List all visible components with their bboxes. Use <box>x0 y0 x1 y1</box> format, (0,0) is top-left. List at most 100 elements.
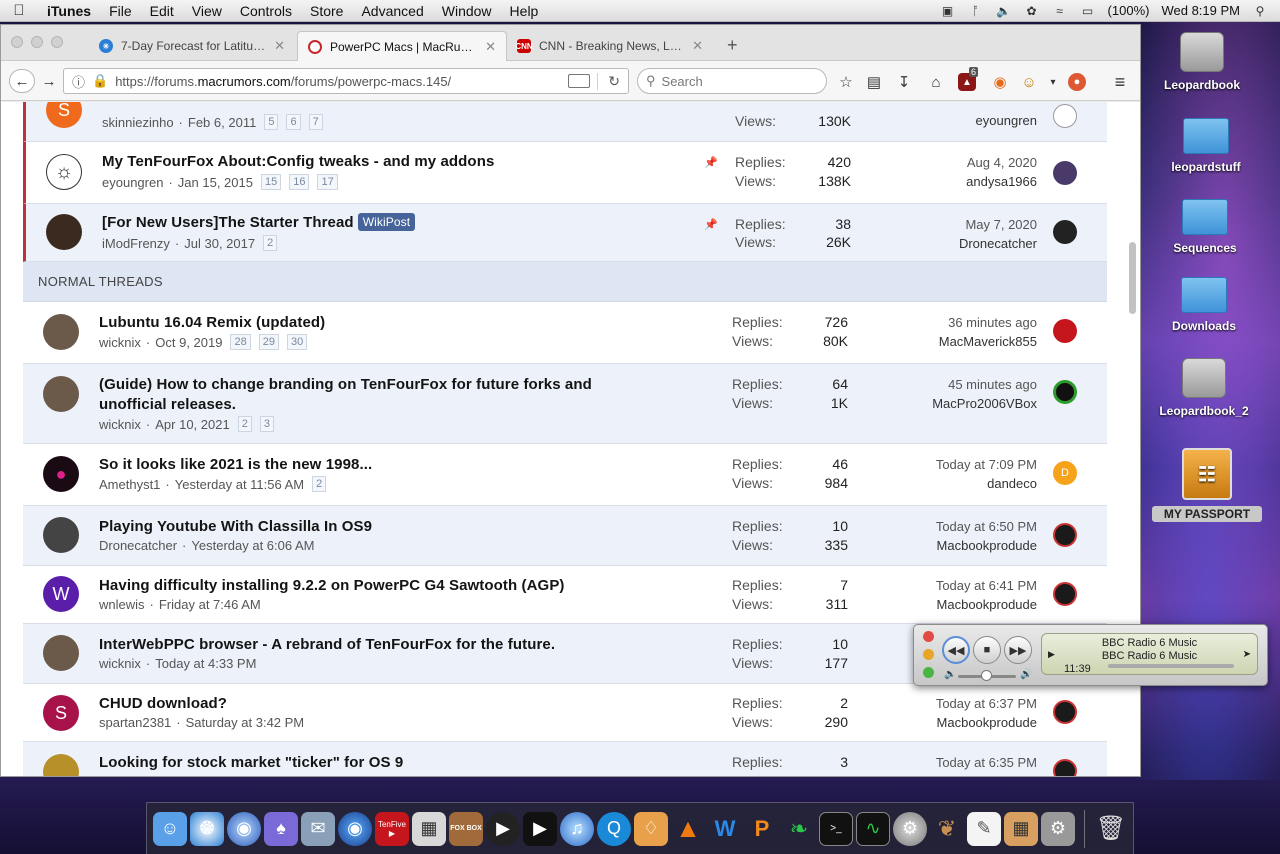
page-scrollbar[interactable] <box>1129 242 1136 314</box>
calculator-icon[interactable]: ▦ <box>1004 811 1038 846</box>
next-track-button[interactable]: ▶▶ <box>1004 636 1032 664</box>
page-link[interactable]: 5 <box>264 114 279 130</box>
last-post-user[interactable]: Dronecatcher <box>959 234 1037 253</box>
squirrel-icon[interactable]: ❦ <box>930 812 964 846</box>
desktop-icon-my-passport[interactable]: ☷ MY PASSPORT <box>1152 448 1262 522</box>
bluetooth-icon[interactable]: ᚩ <box>968 4 984 18</box>
home-icon[interactable]: ⌂ <box>927 73 945 91</box>
quicktime-q-icon[interactable]: Q <box>597 811 631 846</box>
apple-menu-icon[interactable]:  <box>0 2 38 19</box>
stop-button[interactable]: ■ <box>973 636 1001 664</box>
volume-slider-thumb[interactable] <box>981 670 992 681</box>
photo-icon[interactable]: ▦ <box>412 811 446 846</box>
last-post-user[interactable]: MacPro2006VBox <box>932 394 1037 413</box>
thread-date[interactable]: Oct 9, 2019 <box>155 335 222 350</box>
page-link[interactable]: 30 <box>286 334 308 350</box>
thread-title[interactable]: (Guide) How to change branding on TenFou… <box>99 375 592 415</box>
app-icon[interactable]: ❧ <box>782 812 816 846</box>
last-post-user[interactable]: dandeco <box>936 474 1037 493</box>
thread-date[interactable]: Feb 6, 2011 <box>188 115 256 130</box>
thread-row[interactable]: Looking for stock market "ticker" for OS… <box>23 742 1107 776</box>
thread-title-text[interactable]: [For New Users]The Starter Thread <box>102 214 354 231</box>
menu-app-name[interactable]: iTunes <box>38 3 100 19</box>
thread-row[interactable]: ● So it looks like 2021 is the new 1998.… <box>23 444 1107 506</box>
bookmark-star-icon[interactable]: ☆ <box>837 73 855 91</box>
volume-icon[interactable]: 🔈 <box>996 4 1012 18</box>
back-button[interactable]: ← <box>9 69 35 93</box>
zoom-window-button[interactable] <box>51 36 63 48</box>
thread-author[interactable]: spartan2381 <box>99 715 171 730</box>
last-post-date[interactable]: Today at 6:35 PM <box>936 753 1037 772</box>
vlc-icon[interactable]: ▲ <box>671 812 705 846</box>
thread-row[interactable]: (Guide) How to change branding on TenFou… <box>23 364 1107 444</box>
url-bar[interactable]: ⓘ 🔒 https://forums.macrumors.com/forums/… <box>63 68 629 94</box>
thread-title[interactable]: So it looks like 2021 is the new 1998... <box>99 455 372 475</box>
activity-icon[interactable]: ∿ <box>856 811 890 846</box>
hamburger-menu-icon[interactable]: ≡ <box>1111 72 1129 92</box>
zoom-player-button[interactable] <box>923 667 934 678</box>
addon-dropdown-icon[interactable]: ▾ <box>1044 73 1062 91</box>
clock[interactable]: Wed 8:19 PM <box>1161 3 1240 18</box>
lock-icon[interactable]: 🔒 <box>92 73 108 89</box>
system-prefs-icon[interactable]: ⚙ <box>893 811 927 846</box>
thread-date[interactable]: Today at 4:33 PM <box>155 656 256 671</box>
addon-face-icon[interactable]: ☺ <box>1020 73 1038 91</box>
previous-track-button[interactable]: ◀◀ <box>942 636 970 664</box>
menu-advanced[interactable]: Advanced <box>352 3 432 19</box>
desktop-icon-sequences[interactable]: Sequences <box>1150 199 1260 255</box>
thread-title[interactable]: Playing Youtube With Classilla In OS9 <box>99 517 372 537</box>
last-post-date[interactable]: Today at 7:09 PM <box>936 455 1037 474</box>
thread-title[interactable]: InterWebPPC browser - A rebrand of TenFo… <box>99 635 555 655</box>
thread-title-line[interactable]: (Guide) How to change branding on TenFou… <box>99 375 592 395</box>
thread-author[interactable]: iModFrenzy <box>102 236 170 251</box>
thread-author[interactable]: wnlewis <box>99 597 145 612</box>
last-post-date[interactable]: 45 minutes ago <box>932 375 1037 394</box>
thread-row[interactable]: S CHUD download? spartan2381 · Saturday a… <box>23 684 1107 742</box>
page-link[interactable]: 7 <box>308 114 323 130</box>
page-link[interactable]: 2 <box>263 235 278 251</box>
page-link[interactable]: 16 <box>289 174 310 190</box>
last-post-date[interactable]: Aug 4, 2020 <box>966 153 1037 172</box>
terminal-icon[interactable]: >_ <box>819 811 853 846</box>
close-tab-icon[interactable]: ✕ <box>274 38 285 54</box>
thread-author[interactable]: Amethyst1 <box>99 477 160 492</box>
last-post-user[interactable]: Macbookprodude <box>936 595 1037 614</box>
thread-title[interactable]: Lubuntu 16.04 Remix (updated) <box>99 313 325 333</box>
thread-title[interactable]: Looking for stock market "ticker" for OS… <box>99 753 403 773</box>
desktop-icon-leopardbook[interactable]: Leopardbook <box>1147 32 1257 92</box>
last-post-date[interactable]: Today at 6:41 PM <box>936 576 1037 595</box>
minimize-window-button[interactable] <box>31 36 43 48</box>
desktop-icon-leopardbook-2[interactable]: Leopardbook_2 <box>1149 358 1259 418</box>
tab-cnn[interactable]: CNN CNN - Breaking News, Lat… ✕ <box>507 31 713 61</box>
app-status-icon[interactable]: ✿ <box>1024 4 1040 18</box>
thread-row[interactable]: W Having difficulty installing 9.2.2 on … <box>23 566 1107 624</box>
thread-author[interactable]: skinniezinho <box>102 115 174 130</box>
menu-controls[interactable]: Controls <box>231 3 301 19</box>
close-player-button[interactable] <box>923 631 934 642</box>
last-post-date[interactable]: May 7, 2020 <box>959 215 1037 234</box>
reload-icon[interactable]: ↻ <box>597 72 628 90</box>
game-icon[interactable]: ♠ <box>264 811 298 846</box>
page-link[interactable]: 3 <box>259 416 274 432</box>
ticket-icon[interactable]: ♢ <box>634 811 668 846</box>
text-icon[interactable]: ✎ <box>967 811 1001 846</box>
wifi-icon[interactable]: ≈ <box>1052 4 1068 18</box>
mail-icon[interactable]: ✉ <box>301 811 335 846</box>
thread-author[interactable]: wicknix <box>99 417 141 432</box>
play-status-icon[interactable]: ▶ <box>1048 648 1055 661</box>
finder-icon[interactable]: ☺ <box>153 811 187 846</box>
thread-title[interactable]: [For New Users]The Starter Thread WikiPos… <box>102 213 416 233</box>
close-window-button[interactable] <box>11 36 23 48</box>
utility-icon[interactable]: ⚙ <box>1041 811 1075 846</box>
page-link[interactable]: 6 <box>286 114 301 130</box>
forward-button[interactable]: → <box>39 69 59 93</box>
page-link[interactable]: 15 <box>260 174 282 190</box>
menu-file[interactable]: File <box>100 3 141 19</box>
page-link[interactable]: 2 <box>237 416 252 432</box>
page-link[interactable]: 29 <box>258 334 279 350</box>
thread-author[interactable]: eyoungren <box>102 175 163 190</box>
last-post-date[interactable]: Today at 6:37 PM <box>936 694 1037 713</box>
quicktime-icon[interactable]: ▶ <box>486 811 520 846</box>
thread-author[interactable]: wicknix <box>99 335 141 350</box>
page-link[interactable]: 28 <box>230 334 251 350</box>
